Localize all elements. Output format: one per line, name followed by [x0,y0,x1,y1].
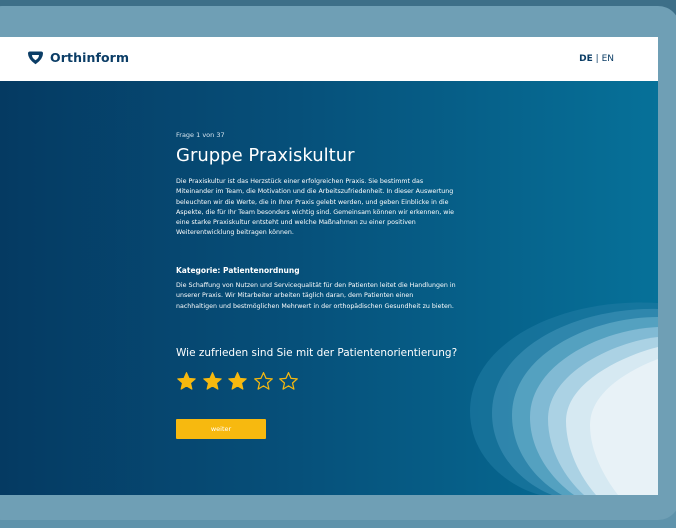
category-title: Kategorie: Patientenordnung [176,266,300,275]
page-title: Gruppe Praxiskultur [176,145,355,166]
language-en[interactable]: EN [602,54,614,64]
category-description: Die Schaffung von Nutzen und Servicequal… [176,282,456,310]
survey-hero: Frage 1 von 37 Gruppe Praxiskultur Die P… [0,81,658,495]
question-progress: Frage 1 von 37 [176,131,225,139]
star-rating [176,371,304,392]
language-separator: | [595,54,599,64]
star-3-icon[interactable] [227,371,248,392]
brand-name: Orthinform [50,50,130,65]
brand-logo[interactable]: Orthinform [27,50,129,65]
star-1-icon[interactable] [176,371,197,392]
language-de[interactable]: DE [579,54,593,64]
site-header: Orthinform DE | EN [0,37,658,81]
next-button[interactable]: weiter [176,419,266,439]
app-screen: Orthinform DE | EN Frage 1 von 37 Gruppe… [0,37,658,495]
star-5-icon[interactable] [278,371,299,392]
star-2-icon[interactable] [202,371,223,392]
star-4-icon[interactable] [253,371,274,392]
question-text: Wie zufrieden sind Sie mit der Patienten… [176,347,458,359]
language-switcher: DE | EN [579,54,614,64]
heart-shield-icon [28,51,43,64]
intro-text: Die Praxiskultur ist das Herzstück einer… [176,178,455,237]
